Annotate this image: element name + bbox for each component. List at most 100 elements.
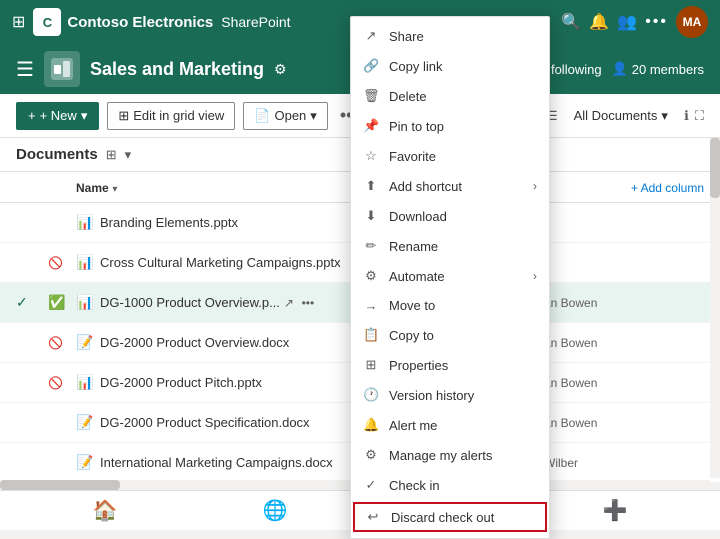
file-type-icon: 📊 — [76, 254, 94, 271]
alert-me-icon: 🔔 — [363, 417, 379, 433]
menu-item-copy-link[interactable]: 🔗 Copy link — [351, 51, 549, 81]
menu-item-share[interactable]: ↗ Share — [351, 21, 549, 51]
menu-item-pin-to-top[interactable]: 📌 Pin to top — [351, 111, 549, 141]
file-type-icon: 📝 — [76, 334, 94, 351]
menu-item-discard-checkout[interactable]: ↩ Discard check out — [353, 502, 547, 532]
site-title: Sales and Marketing — [90, 59, 264, 80]
menu-item-version-history[interactable]: 🕐 Version history — [351, 380, 549, 410]
move-to-icon: → — [363, 298, 379, 313]
open-button[interactable]: 📄 Open ▾ — [243, 102, 328, 130]
discard-checkout-label: Discard check out — [391, 510, 535, 525]
people-small-icon: 👤 — [612, 61, 628, 77]
company-logo[interactable]: C Contoso Electronics — [33, 8, 213, 36]
row-checkbox[interactable]: ✓ — [16, 294, 48, 311]
favorite-icon: ☆ — [363, 148, 379, 164]
share-icon: ↗ — [363, 28, 379, 44]
context-menu: ↗ Share 🔗 Copy link 🗑 Delete 📌 Pin to to… — [350, 16, 550, 539]
automate-label: Automate — [389, 269, 523, 284]
menu-item-rename[interactable]: ✏ Rename — [351, 231, 549, 261]
file-modified-by: an Bowen — [544, 416, 704, 430]
doc-title: Documents — [16, 146, 98, 163]
copy-link-label: Copy link — [389, 59, 537, 74]
copy-to-icon: 📋 — [363, 327, 379, 343]
error-icon: 🚫 — [48, 256, 63, 270]
file-type-icon: 📝 — [76, 454, 94, 471]
avatar[interactable]: MA — [676, 6, 708, 38]
pin-to-top-label: Pin to top — [389, 119, 537, 134]
check-icon: ✅ — [48, 294, 65, 310]
v-scrollbar-thumb[interactable] — [710, 138, 720, 198]
menu-item-delete[interactable]: 🗑 Delete — [351, 81, 549, 111]
menu-item-automate[interactable]: ⚙ Automate › — [351, 261, 549, 291]
members-button[interactable]: 👤 20 members — [612, 61, 704, 77]
settings-icon[interactable]: ⚙ — [274, 61, 287, 78]
site-icon — [44, 51, 80, 87]
header-add-column[interactable]: + Add column — [631, 180, 704, 195]
properties-icon: ⊞ — [363, 357, 379, 373]
all-documents-button[interactable]: All Documents ▾ — [564, 103, 678, 129]
favorite-label: Favorite — [389, 149, 537, 164]
file-modified-by: an Bowen — [544, 336, 704, 350]
menu-item-add-shortcut[interactable]: ⬆ Add shortcut › — [351, 171, 549, 201]
download-icon: ⬇ — [363, 208, 379, 224]
menu-item-properties[interactable]: ⊞ Properties — [351, 350, 549, 380]
open-icon: 📄 — [254, 108, 270, 124]
menu-item-download[interactable]: ⬇ Download — [351, 201, 549, 231]
menu-item-favorite[interactable]: ☆ Favorite — [351, 141, 549, 171]
file-modified-by: an Bowen — [544, 296, 704, 310]
menu-item-check-in[interactable]: ✓ Check in — [351, 470, 549, 500]
share-row-icon[interactable]: ↗ — [284, 296, 294, 310]
submenu-arrow: › — [533, 179, 537, 193]
chevron-down-icon-open: ▾ — [310, 108, 317, 124]
row-file-icon: ✅ — [48, 294, 76, 312]
pin-to-top-icon: 📌 — [363, 118, 379, 134]
copy-link-icon: 🔗 — [363, 58, 379, 74]
people-icon[interactable]: 👥 — [617, 12, 637, 32]
add-shortcut-label: Add shortcut — [389, 179, 523, 194]
download-label: Download — [389, 209, 537, 224]
copy-to-label: Copy to — [389, 328, 537, 343]
more-icon[interactable]: ••• — [645, 13, 668, 31]
menu-item-copy-to[interactable]: 📋 Copy to — [351, 320, 549, 350]
h-scrollbar-thumb[interactable] — [0, 480, 120, 490]
doc-view-chevron[interactable]: ▾ — [125, 147, 132, 163]
chevron-down-icon-docs: ▾ — [661, 108, 668, 124]
delete-icon: 🗑 — [363, 88, 379, 104]
vertical-scrollbar[interactable] — [710, 138, 720, 478]
version-history-label: Version history — [389, 388, 537, 403]
menu-item-alert-me[interactable]: 🔔 Alert me — [351, 410, 549, 440]
discard-checkout-icon: ↩ — [365, 509, 381, 525]
row-more-icon[interactable]: ••• — [302, 296, 315, 310]
row-file-icon: 🚫 — [48, 374, 76, 392]
share-label: Share — [389, 29, 537, 44]
home-icon[interactable]: 🏠 — [93, 498, 118, 523]
row-file-icon: 🚫 — [48, 334, 76, 352]
doc-view-icon[interactable]: ⊞ — [106, 147, 117, 163]
search-icon[interactable]: 🔍 — [561, 12, 581, 32]
globe-icon[interactable]: 🌐 — [263, 498, 288, 523]
menu-item-manage-alerts[interactable]: ⚙ Manage my alerts — [351, 440, 549, 470]
add-icon[interactable]: ➕ — [603, 498, 628, 523]
notification-icon[interactable]: 🔔 — [589, 12, 609, 32]
automate-icon: ⚙ — [363, 268, 379, 284]
error-icon: 🚫 — [48, 336, 63, 350]
file-type-icon: 📊 — [76, 374, 94, 391]
rename-icon: ✏ — [363, 238, 379, 254]
info-icon[interactable]: ℹ — [684, 108, 689, 124]
grid-icon[interactable]: ⊞ — [12, 12, 25, 32]
platform-name: SharePoint — [221, 14, 290, 30]
logo-icon: C — [33, 8, 61, 36]
alert-me-label: Alert me — [389, 418, 537, 433]
new-button[interactable]: + + New ▾ — [16, 102, 99, 130]
move-to-label: Move to — [389, 298, 537, 313]
file-modified-by: an Bowen — [544, 376, 704, 390]
row-file-icon: 🚫 — [48, 254, 76, 272]
menu-item-move-to[interactable]: → Move to — [351, 291, 549, 320]
menu-icon[interactable]: ☰ — [16, 57, 34, 82]
edit-grid-button[interactable]: ⊞ Edit in grid view — [107, 102, 235, 130]
grid-view-icon: ⊞ — [118, 108, 129, 124]
error-icon: 🚫 — [48, 376, 63, 390]
submenu-arrow: › — [533, 269, 537, 283]
check-in-label: Check in — [389, 478, 537, 493]
expand-icon[interactable]: ⛶ — [695, 108, 704, 124]
